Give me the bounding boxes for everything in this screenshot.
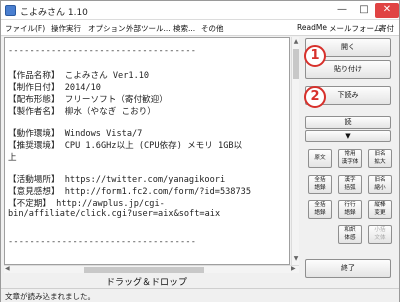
bracket-b-button[interactable]: 全括 語録 <box>308 200 332 219</box>
scroll-left-icon[interactable]: ◀ <box>5 265 10 272</box>
text-line: ----------------------------------- <box>8 237 197 247</box>
kanji-bracket-button[interactable]: 漢字 括弧 <box>338 175 362 194</box>
annotation-circle-2: 2 <box>304 86 326 108</box>
menu-external-tools[interactable]: 外部ツール... <box>126 23 171 34</box>
line-record-button[interactable]: 行行 語録 <box>338 200 362 219</box>
drag-drop-label: ドラッグ＆ドロップ <box>106 278 188 288</box>
menu-other[interactable]: その他 <box>201 23 224 34</box>
text-line: ----------------------------------- <box>8 46 197 56</box>
translate-button[interactable]: 和訳 体感 <box>338 225 362 244</box>
read-speed-button[interactable]: 読 <box>305 116 391 129</box>
close-button[interactable]: ✕ <box>375 3 399 18</box>
app-window: こよみさん 1.10 — □ ✕ ファイル(F) 操作実行 オプション 外部ツー… <box>0 0 400 302</box>
horizontal-scrollbar[interactable]: ◀ ▶ <box>4 265 299 273</box>
menu-donate[interactable]: 寄付 <box>379 23 394 34</box>
common-kanji-button[interactable]: 常用 漢字体 <box>338 149 362 168</box>
small-bracket-button: 小括 文体 <box>368 225 392 244</box>
text-line: 【動作環境】 Windows Vista/7 <box>8 129 143 139</box>
text-line: bin/affiliate/click.cgi?user=aix&soft=ai… <box>8 209 221 219</box>
scroll-down-icon[interactable]: ▼ <box>292 255 300 262</box>
text-line: 【制作日付】 2014/10 <box>8 83 101 93</box>
text-line: 【不定期】 http://awplus.jp/cgi- <box>8 199 165 209</box>
status-bar: 文章が読み込まれました。 <box>1 288 399 302</box>
text-area[interactable]: ----------------------------------- 【作品名… <box>4 37 290 265</box>
status-text: 文章が読み込まれました。 <box>5 292 95 301</box>
vertical-scrollbar[interactable]: ▲ ▼ <box>291 37 299 265</box>
menu-readme[interactable]: ReadMe <box>297 23 327 32</box>
text-line: 【作品名称】 こよみさん Ver1.10 <box>8 71 150 81</box>
name-enlarge-button[interactable]: 旧名 拡大 <box>368 149 392 168</box>
menu-file[interactable]: ファイル(F) <box>5 23 45 34</box>
text-line: 【推奨環境】 CPU 1.6GHz以上 (CPU依存) メモリ 1GB以 <box>8 141 243 151</box>
exit-button[interactable]: 終了 <box>305 259 391 278</box>
app-icon <box>5 5 16 16</box>
menu-options[interactable]: オプション <box>88 23 126 34</box>
dropdown-arrow-icon[interactable]: ▼ <box>305 130 391 142</box>
horizontal-scroll-thumb[interactable] <box>84 267 204 273</box>
menu-bar: ファイル(F) 操作実行 オプション 外部ツール... 検索... その他 Re… <box>1 20 399 36</box>
vertical-bar-button[interactable]: 縦棒 変更 <box>368 200 392 219</box>
maximize-button[interactable]: □ <box>353 3 375 18</box>
bracket-a-button[interactable]: 全括 語録 <box>308 175 332 194</box>
minimize-button[interactable]: — <box>331 3 353 18</box>
window-title: こよみさん 1.10 <box>20 8 88 18</box>
text-line: 【製作者名】 柳水（やなぎ こおり） <box>8 107 156 117</box>
text-line: 【活動場所】 https://twitter.com/yanagikoori <box>8 175 226 185</box>
title-bar: こよみさん 1.10 — □ ✕ <box>1 1 399 20</box>
scroll-right-icon[interactable]: ▶ <box>291 265 296 272</box>
text-line: 【意見感想】 http://form1.fc2.com/form/?id=538… <box>8 187 251 197</box>
menu-operation[interactable]: 操作実行 <box>51 23 81 34</box>
vertical-scroll-thumb[interactable] <box>293 49 299 79</box>
menu-mail-form[interactable]: メールフォーム <box>329 23 381 34</box>
annotation-circle-1: 1 <box>304 45 326 67</box>
menu-search[interactable]: 検索... <box>173 23 195 34</box>
scroll-up-icon[interactable]: ▲ <box>292 38 300 45</box>
name-shrink-button[interactable]: 旧名 縮小 <box>368 175 392 194</box>
original-text-button[interactable]: 原文 <box>308 149 332 168</box>
text-line: 【配布形態】 フリーソフト（寄付歓迎） <box>8 95 168 105</box>
text-line: 上 <box>8 153 17 163</box>
